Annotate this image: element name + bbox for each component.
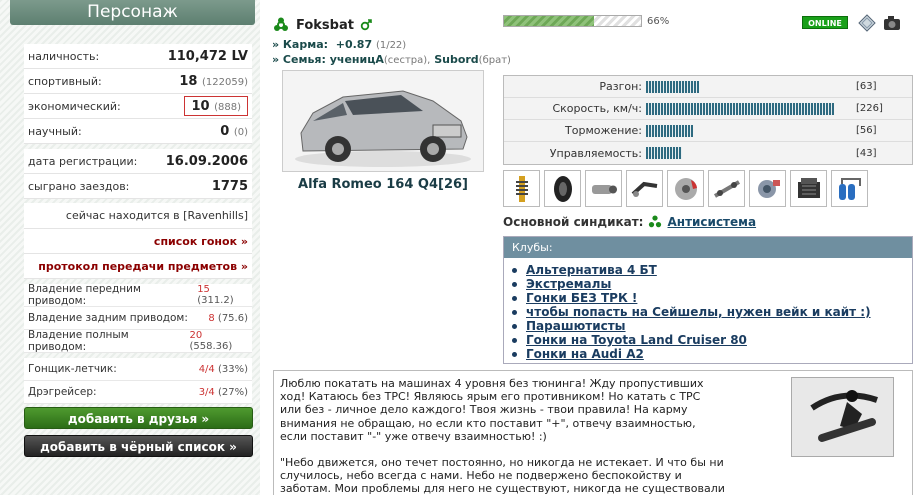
stat-econ: экономический: 10 (888) [24,94,252,119]
syndicate-link[interactable]: Антисистема [667,215,756,229]
perf-row: Управляемость: [43] [504,142,912,164]
installed-parts [503,170,868,207]
male-icon [360,19,372,31]
perf-row: Разгон: [63] [504,76,912,98]
racer-pilot: Гонщик-летчик: 4/4 (33%) [24,358,252,381]
car-name[interactable]: Alfa Romeo 164 Q4[26] [282,177,484,192]
perf-row: Торможение: [56] [504,120,912,142]
main-panel: Foksbat » Карма: +0.87 (1/22) » Семья: у… [260,0,913,495]
location-row: сейчас находится в [Ravenhills] [24,203,252,229]
club-item[interactable]: Гонки БЕЗ ТРК ! [512,291,912,305]
drive-awd: Владение полным приводом: 20 (558.36) [24,329,252,353]
engine-icon[interactable] [790,170,827,207]
family-line: » Семья: ученицА(сестра), Subord(брат) [272,53,511,66]
sidebar-title: Персонаж [10,0,255,25]
drive-front: Владение передним приводом: 15 (311.2) [24,283,252,307]
shaft-icon[interactable] [708,170,745,207]
username[interactable]: Foksbat [296,18,354,33]
online-badge: ONLINE [802,16,848,29]
add-blacklist-button[interactable]: добавить в чёрный список » [24,435,253,457]
stat-sport: спортивный: 18 (122059) [24,69,252,94]
car-image[interactable] [282,70,484,172]
description-paragraph: "Небо движется, оно течет постоянно, но … [280,456,725,495]
experience-progress [503,15,642,27]
karma-line: » Карма: +0.87 (1/22) [272,38,407,51]
sidebar: Персонаж наличность: 110,472 LV спортивн… [0,0,260,495]
syndicate-line: Основной синдикат: Антисистема [503,215,757,229]
intake-icon[interactable] [626,170,663,207]
clubs-panel: Клубы: Альтернатива 4 БТ Экстремалы Гонк… [503,236,913,364]
club-item[interactable]: Альтернатива 4 БТ [512,263,912,277]
location-city[interactable]: Ravenhills [187,209,243,222]
clubs-header: Клубы: [504,237,912,258]
avatar-photo[interactable] [791,377,894,457]
exhaust-icon[interactable] [585,170,622,207]
perf-row: Скорость, км/ч: [226] [504,98,912,120]
biohazard-icon [649,215,662,228]
description-paragraph: Люблю покатать на машинах 4 уровня без т… [280,377,704,443]
stat-registration: дата регистрации: 16.09.2006 [24,149,252,174]
family-member-link[interactable]: ученицА [330,53,384,66]
stat-cash: наличность: 110,472 LV [24,44,252,69]
drag-racer: Дрэгрейсер: 3/4 (27%) [24,381,252,404]
stat-races: сыграно заездов: 1775 [24,174,252,199]
club-item[interactable]: Гонки на Audi A2 [512,347,912,361]
diamond-icon[interactable] [857,13,877,33]
club-item[interactable]: Гонки на Toyota Land Cruiser 80 [512,333,912,347]
family-member-link[interactable]: Subord [434,53,478,66]
suspension-icon[interactable] [503,170,540,207]
club-item[interactable]: Парашютисты [512,319,912,333]
biohazard-icon [274,17,288,31]
performance-table: Разгон: [63] Скорость, км/ч: [226] Тормо… [503,75,913,165]
stats-panel: наличность: 110,472 LV спортивный: 18 (1… [24,44,252,404]
nitro-icon[interactable] [831,170,868,207]
drive-rear: Владение задним приводом: 8 (75.6) [24,307,252,330]
tire-icon[interactable] [544,170,581,207]
user-header: Foksbat [272,17,372,33]
camera-icon[interactable] [882,13,902,33]
club-item[interactable]: Экстремалы [512,277,912,291]
brake-icon[interactable] [667,170,704,207]
transfer-protocol-link[interactable]: протокол передачи предметов » [38,260,248,273]
profile-description: Люблю покатать на машинах 4 уровня без т… [273,370,913,495]
progress-percent: 66% [647,16,670,27]
race-list-link[interactable]: список гонок » [154,235,248,248]
club-item[interactable]: чтобы попасть на Сейшелы, нужен вейк и к… [512,305,912,319]
turbo-icon[interactable] [749,170,786,207]
stat-science: научный: 0 (0) [24,119,252,144]
add-friend-button[interactable]: добавить в друзья » [24,407,253,429]
transfer-row: протокол передачи предметов » [24,254,252,279]
race-list-row: список гонок » [24,229,252,254]
clubs-list: Альтернатива 4 БТ Экстремалы Гонки БЕЗ Т… [504,258,912,361]
